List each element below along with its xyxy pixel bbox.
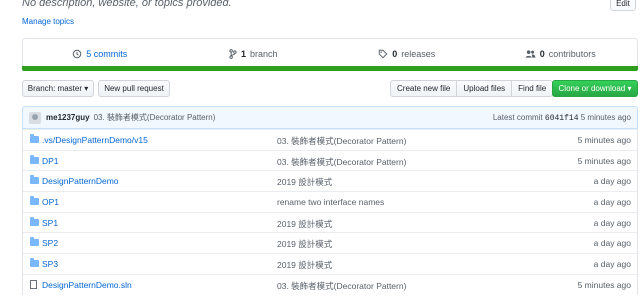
branches-count: 1	[240, 49, 246, 59]
commit-message[interactable]: 03. 裝飾者模式(Decorator Pattern)	[94, 112, 216, 123]
commit-sha[interactable]: 6041f14	[545, 114, 579, 123]
new-pull-request-button[interactable]: New pull request	[98, 80, 170, 97]
manage-topics-link[interactable]: Manage topics	[22, 17, 74, 26]
file-commit-message[interactable]: 2019 設計模式	[277, 238, 332, 250]
file-age: 5 minutes ago	[577, 155, 631, 166]
commit-author[interactable]: me1237guy	[46, 113, 90, 122]
file-age: 5 minutes ago	[577, 279, 631, 290]
file-age: a day ago	[593, 217, 631, 228]
latest-commit-label: Latest commit	[492, 112, 543, 122]
file-commit-message[interactable]: 2019 設計模式	[277, 218, 332, 230]
folder-icon	[30, 175, 39, 185]
tag-icon	[379, 49, 388, 59]
clone-download-button[interactable]: Clone or download ▾	[552, 80, 638, 97]
file-name[interactable]: .vs/DesignPatternDemo/v15	[42, 135, 148, 145]
file-age: a day ago	[593, 197, 631, 208]
commits-link[interactable]: 5 commits	[23, 39, 177, 69]
file-name[interactable]: DP1	[42, 156, 59, 166]
table-row[interactable]: SP3 2019 設計模式 a day ago	[23, 253, 637, 274]
file-actions-group: Create new file Upload files Find file	[390, 80, 554, 97]
file-commit-message[interactable]: 03. 裝飾者模式(Decorator Pattern)	[277, 280, 406, 292]
caret-down-icon: ▾	[84, 84, 89, 93]
find-file-button[interactable]: Find file	[511, 80, 554, 97]
folder-icon	[30, 196, 39, 206]
table-row[interactable]: DP1 03. 裝飾者模式(Decorator Pattern) 5 minut…	[23, 149, 637, 171]
folder-icon	[30, 216, 39, 226]
folder-icon	[30, 134, 39, 143]
contributors-label: contributors	[548, 49, 596, 59]
contributors-count: 0	[539, 49, 545, 59]
table-row[interactable]: SP2 2019 設計模式 a day ago	[23, 232, 637, 253]
file-commit-message[interactable]: 2019 設計模式	[277, 259, 332, 271]
folder-icon	[30, 154, 39, 164]
file-age: 5 minutes ago	[577, 135, 631, 145]
latest-commit-info: Latest commit 6041f14 5 minutes ago	[493, 113, 631, 123]
branches-link[interactable]: 1 branch	[177, 39, 331, 69]
table-row[interactable]: SP1 2019 設計模式 a day ago	[23, 211, 637, 233]
commit-age: 5 minutes ago	[580, 112, 631, 122]
file-name[interactable]: DesignPatternDemo	[42, 176, 119, 186]
file-list: .vs/DesignPatternDemo/v15 03. 裝飾者模式(Deco…	[22, 129, 638, 295]
language-bar	[22, 66, 638, 71]
branch-select[interactable]: Branch: master ▾	[22, 80, 94, 97]
contributors-link[interactable]: 0 contributors	[484, 39, 638, 69]
folder-icon	[30, 237, 39, 247]
file-name[interactable]: SP1	[42, 218, 58, 228]
table-row[interactable]: DesignPatternDemo.sln 03. 裝飾者模式(Decorato…	[23, 273, 637, 295]
edit-button[interactable]: Edit	[610, 0, 636, 11]
branch-select-label: Branch: master	[27, 84, 82, 93]
file-name[interactable]: SP2	[42, 238, 58, 248]
file-name[interactable]: DesignPatternDemo.sln	[42, 280, 132, 290]
releases-label: releases	[401, 49, 436, 59]
file-name[interactable]: SP3	[42, 259, 58, 269]
file-name[interactable]: OP1	[42, 197, 59, 207]
table-row[interactable]: OP1 rename two interface names a day ago	[23, 191, 637, 212]
file-icon	[30, 279, 37, 289]
create-new-file-button[interactable]: Create new file	[390, 80, 458, 97]
table-row[interactable]: DesignPatternDemo 2019 設計模式 a day ago	[23, 170, 637, 191]
file-commit-message[interactable]: rename two interface names	[277, 197, 384, 207]
releases-count: 0	[392, 49, 398, 59]
git-branch-icon	[229, 49, 237, 59]
repo-summary: 5 commits 1 branch 0 releases 0 contribu…	[22, 38, 638, 69]
upload-files-button[interactable]: Upload files	[456, 80, 513, 97]
file-age: a day ago	[593, 259, 631, 270]
file-commit-message[interactable]: 03. 裝飾者模式(Decorator Pattern)	[277, 135, 406, 147]
caret-down-icon: ▾	[627, 84, 632, 93]
latest-commit-bar: me1237guy 03. 裝飾者模式(Decorator Pattern) L…	[22, 106, 638, 129]
table-row[interactable]: .vs/DesignPatternDemo/v15 03. 裝飾者模式(Deco…	[23, 129, 637, 150]
repo-description: No description, website, or topics provi…	[22, 0, 232, 9]
folder-icon	[30, 258, 39, 268]
branches-label: branch	[249, 49, 278, 59]
file-commit-message[interactable]: 03. 裝飾者模式(Decorator Pattern)	[277, 156, 406, 168]
avatar[interactable]	[29, 111, 41, 124]
file-age: a day ago	[593, 176, 631, 187]
people-icon	[525, 50, 536, 58]
file-age: a day ago	[593, 238, 631, 249]
file-commit-message[interactable]: 2019 設計模式	[277, 176, 332, 188]
commits-count: 5 commits	[86, 49, 128, 59]
history-icon	[72, 49, 82, 59]
clone-download-label: Clone or download	[558, 84, 626, 93]
releases-link[interactable]: 0 releases	[330, 39, 484, 69]
